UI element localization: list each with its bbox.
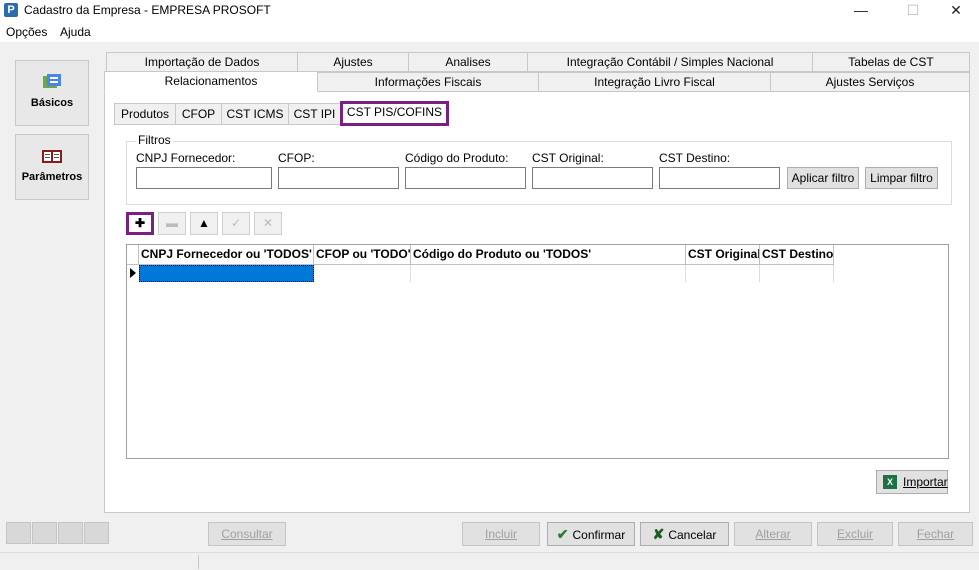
grid-cell-codigo-produto[interactable] bbox=[411, 265, 686, 282]
grid-header-cst-destino[interactable]: CST Destino bbox=[760, 245, 834, 265]
parameters-icon bbox=[42, 150, 62, 163]
tab-ajustes-servicos[interactable]: Ajustes Serviços bbox=[770, 72, 970, 92]
bottom-toolbar: Consultar Incluir ✔ Confirmar ✘ Cancelar A… bbox=[0, 519, 979, 549]
apply-filter-button[interactable]: Aplicar filtro bbox=[787, 167, 859, 189]
excluir-button[interactable]: Excluir bbox=[817, 522, 893, 546]
filters-legend: Filtros bbox=[136, 133, 173, 147]
cst-destino-label: CST Destino: bbox=[659, 151, 731, 165]
tab-integracao-contabil[interactable]: Integração Contábil / Simples Nacional bbox=[527, 52, 813, 72]
fechar-button[interactable]: Fechar bbox=[898, 522, 973, 546]
cst-pis-cofins-grid[interactable]: CNPJ Fornecedor ou 'TODOS' CFOP ou 'TODO… bbox=[126, 244, 949, 459]
current-row-indicator-icon bbox=[130, 268, 136, 278]
status-bar bbox=[0, 552, 979, 570]
subtab-cst-ipi[interactable]: CST IPI bbox=[288, 103, 341, 125]
post-record-button[interactable]: ✓ bbox=[222, 212, 250, 235]
subtab-cst-pis-cofins[interactable]: CST PIS/COFINS bbox=[340, 101, 449, 126]
check-icon: ✔ bbox=[556, 526, 569, 542]
tab-importacao-de-dados[interactable]: Importação de Dados bbox=[106, 52, 298, 72]
subtab-cfop[interactable]: CFOP bbox=[175, 103, 222, 125]
record-nav-prev[interactable] bbox=[32, 522, 57, 544]
menu-ajuda[interactable]: Ajuda bbox=[60, 25, 91, 39]
basicos-button[interactable]: Básicos bbox=[15, 60, 89, 126]
cfop-input[interactable] bbox=[278, 167, 399, 189]
confirmar-button[interactable]: ✔ Confirmar bbox=[547, 522, 635, 546]
record-nav-next[interactable] bbox=[58, 522, 83, 544]
cancelar-label: Cancelar bbox=[668, 528, 717, 542]
add-record-button[interactable]: ✚ bbox=[126, 212, 154, 235]
import-button[interactable]: X Importar bbox=[876, 470, 948, 494]
tab-relacionamentos[interactable]: Relacionamentos bbox=[104, 71, 318, 92]
grid-cell-cfop[interactable] bbox=[314, 265, 411, 282]
incluir-button[interactable]: Incluir bbox=[462, 522, 540, 546]
cnpj-fornecedor-label: CNPJ Fornecedor: bbox=[136, 151, 236, 165]
grid-cell-cst-destino[interactable] bbox=[760, 265, 834, 282]
tab-informacoes-fiscais[interactable]: Informações Fiscais bbox=[317, 72, 539, 92]
relacionamentos-panel: Produtos CFOP CST ICMS CST IPI CST PIS/C… bbox=[104, 91, 970, 513]
cancel-x-icon: ✘ bbox=[652, 526, 665, 542]
grid-corner bbox=[127, 245, 139, 265]
left-panel: Básicos Parâmetros bbox=[0, 42, 104, 512]
excel-icon: X bbox=[883, 475, 897, 489]
codigo-produto-input[interactable] bbox=[405, 167, 526, 189]
basicos-label: Básicos bbox=[30, 97, 74, 109]
alterar-button[interactable]: Alterar bbox=[734, 522, 812, 546]
parametros-button[interactable]: Parâmetros bbox=[15, 134, 89, 200]
menu-opcoes[interactable]: Opções bbox=[6, 25, 47, 39]
grid-cell-cst-original[interactable] bbox=[686, 265, 760, 282]
title-bar: P Cadastro da Empresa - EMPRESA PROSOFT … bbox=[0, 0, 979, 22]
consultar-button[interactable]: Consultar bbox=[208, 522, 286, 546]
grid-cell-cnpj[interactable] bbox=[139, 265, 314, 282]
status-separator bbox=[198, 555, 199, 569]
cst-original-input[interactable] bbox=[532, 167, 653, 189]
tab-integracao-livro-fiscal[interactable]: Integração Livro Fiscal bbox=[538, 72, 771, 92]
subtab-cst-icms[interactable]: CST ICMS bbox=[221, 103, 289, 125]
grid-header-cfop[interactable]: CFOP ou 'TODO' bbox=[314, 245, 411, 265]
import-label: Importar bbox=[903, 475, 948, 489]
tab-ajustes[interactable]: Ajustes bbox=[297, 52, 409, 72]
basics-icon bbox=[43, 74, 61, 88]
record-nav-last[interactable] bbox=[84, 522, 109, 544]
tab-analises[interactable]: Analises bbox=[408, 52, 528, 72]
up-record-button[interactable]: ▲ bbox=[190, 212, 218, 235]
cfop-label: CFOP: bbox=[278, 151, 315, 165]
maximize-button[interactable]: ☐ bbox=[890, 0, 936, 22]
grid-header-codigo-produto[interactable]: Código do Produto ou 'TODOS' bbox=[411, 245, 686, 265]
tab-tabelas-de-cst[interactable]: Tabelas de CST bbox=[812, 52, 970, 72]
delete-record-button[interactable]: ▬ bbox=[158, 212, 186, 235]
codigo-produto-label: Código do Produto: bbox=[405, 151, 509, 165]
record-nav-first[interactable] bbox=[6, 522, 31, 544]
close-button[interactable]: ✕ bbox=[933, 0, 979, 22]
parametros-label: Parâmetros bbox=[21, 171, 83, 183]
confirmar-label: Confirmar bbox=[572, 528, 626, 542]
cancel-record-button[interactable]: ✕ bbox=[254, 212, 282, 235]
clear-filter-button[interactable]: Limpar filtro bbox=[865, 167, 938, 189]
cst-destino-input[interactable] bbox=[659, 167, 780, 189]
main-tabs: Importação de Dados Ajustes Analises Int… bbox=[104, 50, 972, 514]
menu-bar: Opções Ajuda bbox=[0, 22, 979, 42]
cancelar-button[interactable]: ✘ Cancelar bbox=[640, 522, 729, 546]
minimize-button[interactable]: — bbox=[838, 0, 884, 22]
window-title: Cadastro da Empresa - EMPRESA PROSOFT bbox=[24, 3, 271, 17]
subtab-produtos[interactable]: Produtos bbox=[114, 103, 176, 125]
grid-header-cst-original[interactable]: CST Original bbox=[686, 245, 760, 265]
cnpj-fornecedor-input[interactable] bbox=[136, 167, 272, 189]
cst-original-label: CST Original: bbox=[532, 151, 604, 165]
grid-header-cnpj[interactable]: CNPJ Fornecedor ou 'TODOS' bbox=[139, 245, 314, 265]
app-icon: P bbox=[4, 3, 18, 17]
